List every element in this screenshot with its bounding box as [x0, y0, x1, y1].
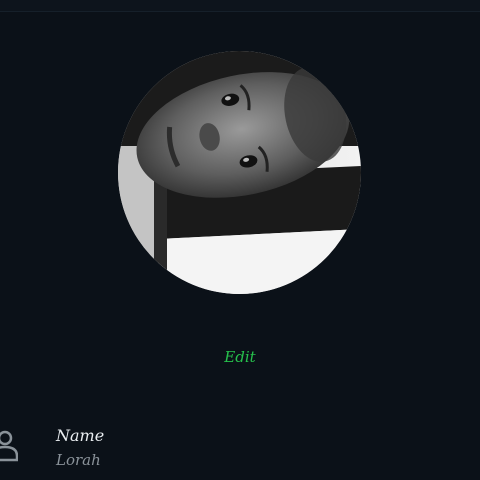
person-icon — [0, 428, 19, 462]
profile-photo — [118, 51, 361, 294]
profile-name-row[interactable]: Name Lorah — [0, 418, 480, 480]
name-field-label: Name — [56, 426, 105, 445]
edit-profile-link[interactable]: Edit — [0, 348, 480, 366]
profile-avatar[interactable] — [118, 51, 361, 294]
top-bar-edge — [0, 0, 480, 12]
name-field-value: Lorah — [56, 451, 101, 469]
